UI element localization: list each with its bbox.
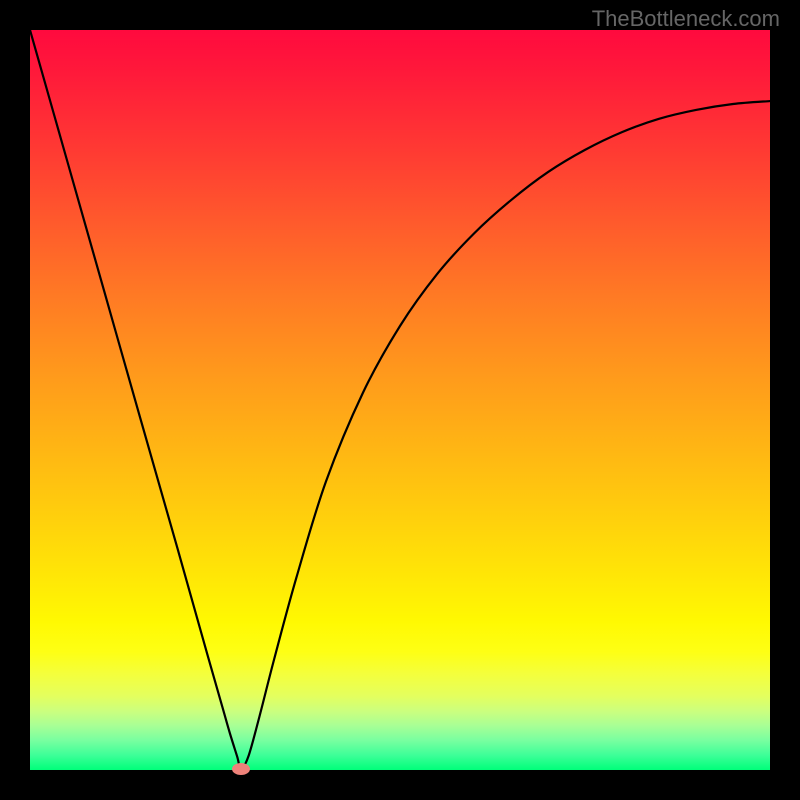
min-point-marker xyxy=(232,763,250,775)
curve-svg xyxy=(30,30,770,770)
watermark-text: TheBottleneck.com xyxy=(592,6,780,32)
plot-area xyxy=(30,30,770,770)
bottleneck-curve xyxy=(30,30,770,769)
chart-frame: TheBottleneck.com xyxy=(0,0,800,800)
